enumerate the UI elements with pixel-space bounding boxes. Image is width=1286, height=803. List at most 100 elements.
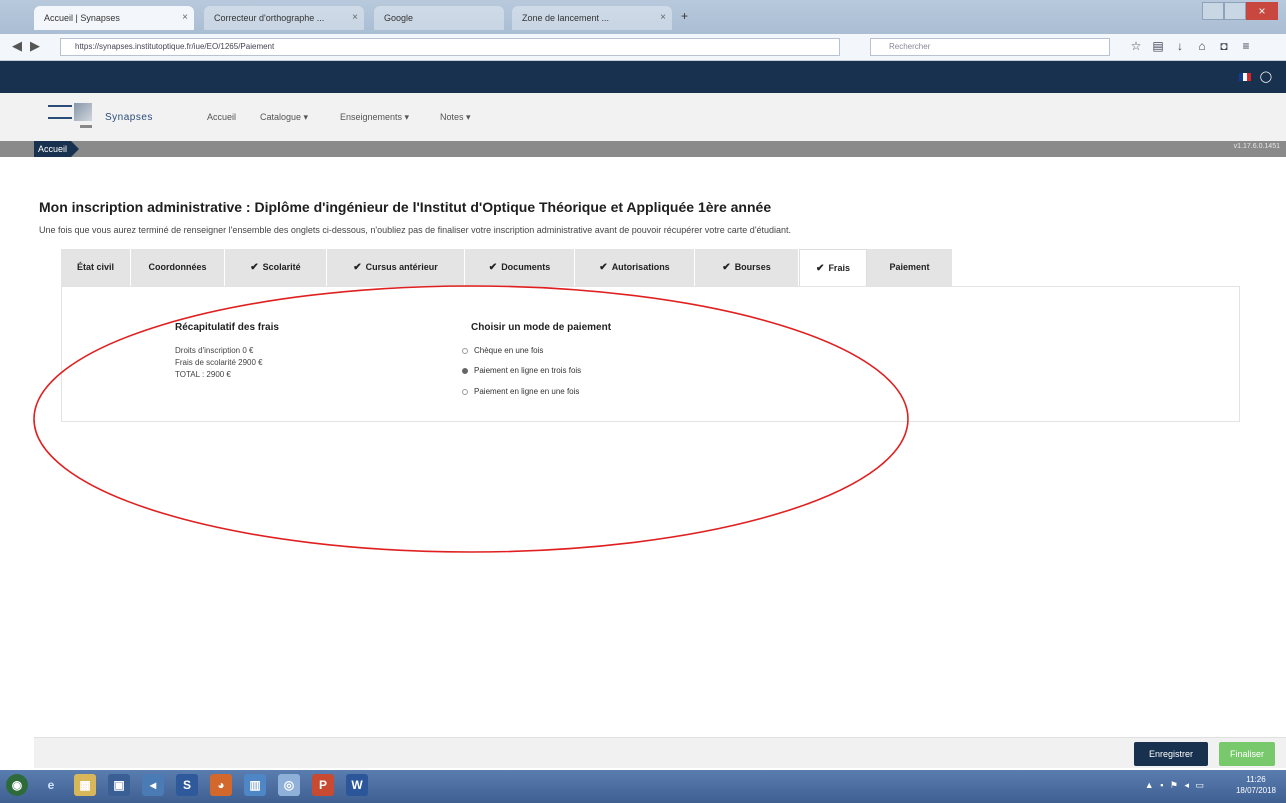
menu-enseignements[interactable]: Enseignements ▾ xyxy=(340,112,409,123)
tab-label: Cursus antérieur xyxy=(365,262,438,272)
window-close-button[interactable]: × xyxy=(1246,2,1278,20)
tab-frais[interactable]: ✔ Frais xyxy=(799,249,867,286)
tab-bourses[interactable]: ✔ Bourses xyxy=(695,249,799,286)
pocket-icon[interactable]: ◘ xyxy=(1216,39,1232,53)
payment-option-label: Chèque en une fois xyxy=(474,346,544,355)
media-icon[interactable]: ▣ xyxy=(108,774,130,796)
browser-tab-label: Correcteur d'orthographe ... xyxy=(214,13,325,23)
browser-search-input[interactable]: Rechercher xyxy=(870,38,1110,56)
recap-droits-inscription: Droits d'inscription 0 € xyxy=(175,346,254,355)
menu-catalogue[interactable]: Catalogue ▾ xyxy=(260,112,308,123)
tab-documents[interactable]: ✔ Documents xyxy=(465,249,575,286)
browser-tab-label: Google xyxy=(384,13,414,23)
check-icon: ✔ xyxy=(353,262,362,273)
url-bar[interactable]: https://synapses.institutoptique.fr/iue/… xyxy=(60,38,840,56)
close-icon[interactable]: × xyxy=(352,6,358,30)
tab-autorisations[interactable]: ✔ Autorisations xyxy=(575,249,695,286)
browser-tab-label: Accueil | Synapses xyxy=(44,13,120,23)
site-menu-bar xyxy=(0,93,1286,142)
home-icon[interactable]: ⌂ xyxy=(1194,39,1210,53)
bookmark-star-icon[interactable]: ☆ xyxy=(1128,39,1144,53)
tab-label: Paiement xyxy=(889,262,930,272)
page-title: Mon inscription administrative : Diplôme… xyxy=(39,199,772,215)
user-avatar-icon[interactable]: ◯ xyxy=(1260,71,1272,83)
site-top-bar xyxy=(0,61,1286,93)
tab-paiement[interactable]: Paiement xyxy=(867,249,953,286)
tab-label: Documents xyxy=(501,262,551,272)
tab-label: Coordonnées xyxy=(148,262,207,272)
user-menu[interactable]: ◯ xyxy=(1238,70,1272,83)
system-clock: 11:26 18/07/2018 xyxy=(1236,774,1276,796)
radio-button[interactable] xyxy=(462,347,468,354)
menu-accueil[interactable]: Accueil xyxy=(207,112,236,122)
check-icon: ✔ xyxy=(816,263,825,274)
payment-option-online-one[interactable]: Paiement en ligne en une fois xyxy=(462,387,579,399)
check-icon: ✔ xyxy=(250,262,259,273)
form-footer-bar xyxy=(34,737,1286,768)
new-tab-button[interactable]: + xyxy=(681,9,688,23)
tab-scolarite[interactable]: ✔ Scolarité xyxy=(225,249,327,286)
version-label: v1.17.6.0.1451 xyxy=(1233,143,1280,150)
system-tray-icons[interactable]: ▲ ▪ ⚑ ◂ ▭ xyxy=(1145,780,1206,791)
tab-coordonnees[interactable]: Coordonnées xyxy=(131,249,225,286)
tab-label: Bourses xyxy=(734,262,771,272)
radio-button-selected[interactable] xyxy=(462,367,468,374)
check-icon: ✔ xyxy=(488,262,498,273)
start-icon[interactable]: ◉ xyxy=(6,774,28,796)
word-icon[interactable]: W xyxy=(346,774,368,796)
browser-navigation-bar: ◀ ▶ https://synapses.institutoptique.fr/… xyxy=(0,34,1286,61)
reading-list-icon[interactable]: ▤ xyxy=(1150,39,1166,53)
browser-tab-synapses[interactable]: Accueil | Synapses × xyxy=(34,6,194,30)
tab-etat-civil[interactable]: État civil xyxy=(61,249,131,286)
volume-app-icon[interactable]: ◂ xyxy=(142,774,164,796)
minimize-button[interactable] xyxy=(1202,2,1224,20)
download-icon[interactable]: ↓ xyxy=(1172,39,1188,53)
language-flag-icon[interactable] xyxy=(1238,73,1251,82)
check-icon: ✔ xyxy=(599,262,608,273)
recap-total: TOTAL : 2900 € xyxy=(175,370,231,379)
browser-tab-google[interactable]: Google xyxy=(374,6,504,30)
check-icon: ✔ xyxy=(722,262,731,273)
tab-label: Frais xyxy=(828,263,850,273)
file-explorer-icon[interactable]: ▦ xyxy=(74,774,96,796)
firefox-icon[interactable]: ◕ xyxy=(210,774,232,796)
synapses-brand[interactable]: Synapses xyxy=(105,112,153,123)
breadcrumb-bar xyxy=(0,141,1286,157)
menu-icon[interactable]: ≡ xyxy=(1238,39,1254,53)
powerpoint-icon[interactable]: P xyxy=(312,774,334,796)
browser-tab-label: Zone de lancement ... xyxy=(522,13,610,23)
breadcrumb-accueil[interactable]: Accueil xyxy=(34,141,80,157)
payment-option-cheque[interactable]: Chèque en une fois xyxy=(462,346,543,358)
recap-frais-scolarite: Frais de scolarité 2900 € xyxy=(175,358,263,367)
payment-option-label: Paiement en ligne en trois fois xyxy=(474,366,582,375)
browser-tab-correcteur[interactable]: Correcteur d'orthographe ... × xyxy=(204,6,364,30)
browser-tab-zone[interactable]: Zone de lancement ... × xyxy=(512,6,672,30)
recap-title: Récapitulatif des frais xyxy=(175,322,279,333)
clock-date: 18/07/2018 xyxy=(1235,786,1276,795)
tab-cursus-anterieur[interactable]: ✔ Cursus antérieur xyxy=(327,249,465,286)
maximize-button[interactable] xyxy=(1224,2,1246,20)
page-intro: Une fois que vous aurez terminé de rense… xyxy=(39,225,792,235)
payment-option-online-three[interactable]: Paiement en ligne en trois fois xyxy=(462,366,581,378)
tab-label: Autorisations xyxy=(611,262,670,272)
window-controls: × xyxy=(1202,2,1278,20)
network-app-icon[interactable]: ▥ xyxy=(244,774,266,796)
internet-explorer-icon[interactable]: e xyxy=(40,774,62,796)
finalize-button[interactable]: Finaliser xyxy=(1219,742,1275,766)
close-icon[interactable]: × xyxy=(182,6,188,30)
radio-button[interactable] xyxy=(462,388,468,395)
tab-label: Scolarité xyxy=(262,262,301,272)
back-icon[interactable]: ◀ xyxy=(12,38,22,54)
menu-notes[interactable]: Notes ▾ xyxy=(440,112,471,123)
search-app-icon[interactable]: ◎ xyxy=(278,774,300,796)
save-button[interactable]: Enregistrer xyxy=(1134,742,1208,766)
browser-tab-strip: Accueil | Synapses × Correcteur d'orthog… xyxy=(0,0,1286,34)
tab-label: État civil xyxy=(76,262,114,272)
skype-icon[interactable]: S xyxy=(176,774,198,796)
institut-optique-logo xyxy=(48,101,94,133)
browser-toolbar-icons: ☆ ▤ ↓ ⌂ ◘ ≡ xyxy=(1128,39,1260,55)
close-icon[interactable]: × xyxy=(660,6,666,30)
forward-icon[interactable]: ▶ xyxy=(30,38,40,54)
payment-mode-title: Choisir un mode de paiement xyxy=(471,322,612,333)
clock-time: 11:26 xyxy=(1246,775,1266,784)
